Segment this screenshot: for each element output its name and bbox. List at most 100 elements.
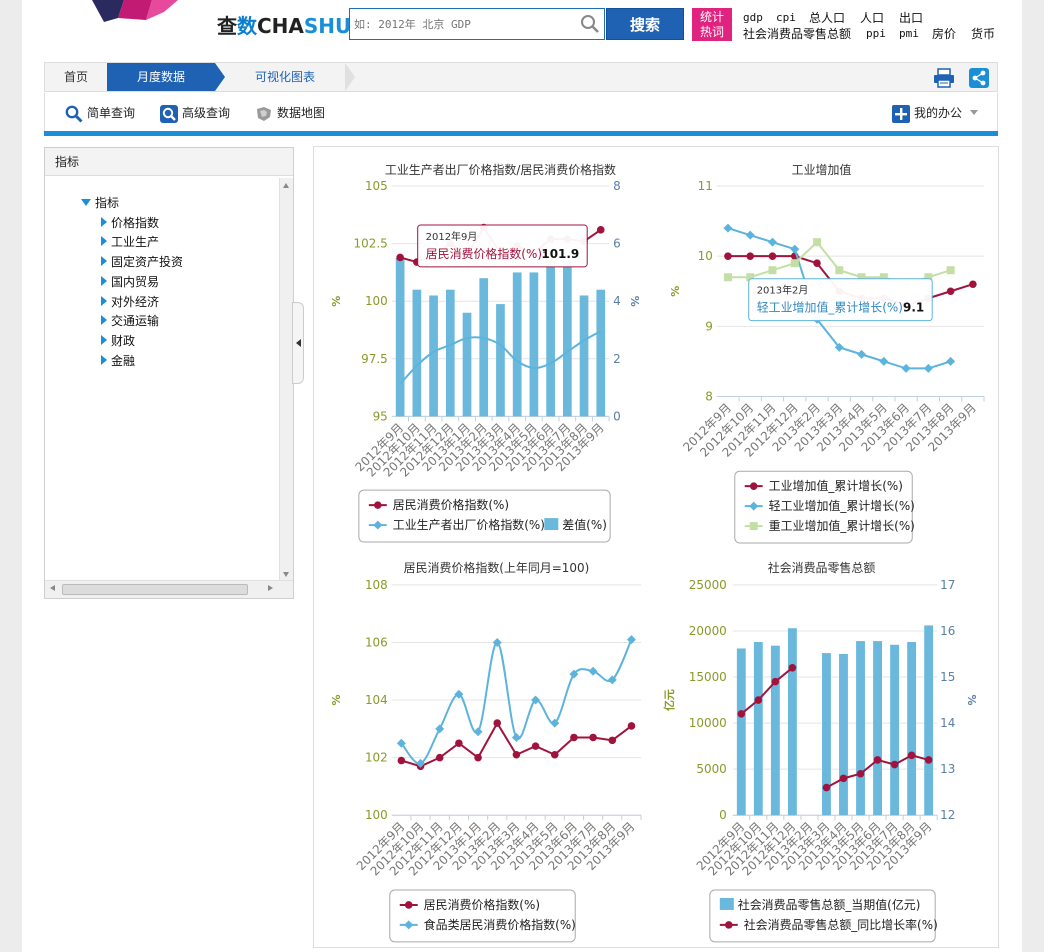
- legend-label: 社会消费品零售总额_当期值(亿元): [738, 897, 921, 912]
- hotword-population[interactable]: 人口: [860, 9, 884, 26]
- y-tick-label: 10000: [689, 716, 727, 730]
- bar: [839, 653, 848, 816]
- y2-tick-label: 14: [940, 716, 955, 730]
- bar: [395, 258, 405, 417]
- tree-item-domestic-trade[interactable]: 国内贸易: [101, 274, 159, 290]
- tree-item-industrial-production[interactable]: 工业生产: [101, 234, 159, 250]
- hotword-pmi[interactable]: pmi: [899, 27, 919, 40]
- advanced-search-icon: [160, 104, 178, 123]
- data-point: [474, 753, 482, 762]
- y2-tick-label: 6: [613, 237, 621, 251]
- data-point: [627, 722, 636, 730]
- y-axis-label: %: [669, 286, 682, 297]
- tree-item-transportation[interactable]: 交通运输: [101, 313, 159, 329]
- y-tick-label: 102: [365, 751, 388, 765]
- data-point: [813, 238, 822, 247]
- series-line: [727, 240, 951, 286]
- y2-tick-label: 2: [613, 352, 621, 366]
- hotword-cpi[interactable]: cpi: [776, 11, 796, 24]
- data-point: [768, 266, 777, 275]
- data-point: [397, 756, 406, 765]
- hotword-retail-sales[interactable]: 社会消费品零售总额: [743, 25, 851, 42]
- caret-right-icon: [101, 276, 107, 286]
- chart-title: 工业生产者出厂价格指数/居民消费价格指数: [385, 162, 616, 177]
- breadcrumb-arrow-end: [345, 63, 355, 91]
- print-icon[interactable]: [933, 68, 955, 88]
- hot-words-badge: 统计 热词: [692, 8, 732, 41]
- panel-collapse-handle[interactable]: [292, 302, 304, 384]
- logo-icon[interactable]: [82, 0, 182, 24]
- hotword-house-price[interactable]: 房价: [932, 25, 956, 42]
- y-axis-label: 亿元: [662, 689, 676, 711]
- tree-item-label: 交通运输: [111, 314, 160, 328]
- hotword-ppi[interactable]: ppi: [866, 27, 886, 40]
- bar: [890, 644, 900, 816]
- data-point: [588, 666, 598, 676]
- chart-title: 居民消费价格指数(上年同月=100): [404, 560, 590, 575]
- data-point: [473, 727, 483, 737]
- tree-item-finance-banking[interactable]: 金融: [101, 353, 135, 369]
- data-point: [455, 739, 463, 748]
- tooltip-light-industry: 2013年2月轻工业增加值_累计增长(%): 9.1: [748, 278, 933, 322]
- advanced-query-button[interactable]: 高级查询: [160, 103, 230, 123]
- chart-panel: 工业生产者出厂价格指数/居民消费价格指数9597.5100102.5105024…: [313, 146, 999, 948]
- caret-right-icon: [101, 355, 107, 365]
- bar: [496, 304, 505, 417]
- scroll-down-icon[interactable]: [283, 572, 289, 577]
- tree-vertical-scrollbar[interactable]: [279, 178, 293, 582]
- y2-tick-label: 12: [940, 808, 955, 822]
- y-tick-label: 100: [365, 808, 388, 822]
- tree-item-price-index[interactable]: 价格指数: [101, 215, 159, 231]
- bar: [596, 289, 606, 417]
- hotword-export[interactable]: 出口: [899, 9, 923, 26]
- data-point: [856, 769, 865, 778]
- bar: [546, 260, 555, 417]
- tooltip-label: 轻工业增加值_累计增长(%):: [757, 300, 907, 315]
- tooltip-value: 9.1: [903, 301, 924, 315]
- scroll-left-icon[interactable]: [50, 585, 55, 591]
- tree-root[interactable]: 指标: [81, 195, 119, 211]
- breadcrumb-monthly-data[interactable]: 月度数据: [107, 63, 215, 91]
- hot-badge-line2: 热词: [699, 25, 724, 39]
- tree-item-finance-fiscal[interactable]: 财政: [101, 333, 135, 349]
- bar: [753, 642, 763, 816]
- simple-query-button[interactable]: 简单查询: [65, 103, 135, 123]
- legend-marker: [749, 522, 758, 531]
- search-button[interactable]: 搜索: [606, 8, 684, 40]
- tree-item-label: 固定资产投资: [111, 255, 184, 269]
- chart-1: 工业生产者出厂价格指数/居民消费价格指数 95 97.5 100 102.5 105 0 2 4…: [330, 162, 641, 543]
- y-tick-label: 25000: [689, 578, 727, 592]
- search-icon[interactable]: [580, 14, 600, 34]
- bar: [445, 289, 455, 417]
- scroll-up-icon[interactable]: [283, 183, 289, 188]
- map-icon: [257, 106, 271, 121]
- brand-logo[interactable]: 查数CHASHU: [217, 10, 351, 39]
- data-map-button[interactable]: 数据地图: [255, 103, 325, 123]
- tree-item-label: 对外经济: [111, 295, 160, 309]
- plus-icon: [892, 104, 910, 123]
- y2-tick-label: 16: [940, 624, 955, 638]
- legend-marker: [724, 921, 733, 929]
- scroll-thumb[interactable]: [62, 584, 248, 595]
- y-tick-label: 5000: [696, 762, 726, 776]
- hotword-total-population[interactable]: 总人口: [809, 9, 845, 26]
- data-point: [771, 677, 780, 686]
- scroll-right-icon[interactable]: [268, 585, 273, 591]
- y-tick-label: 9: [705, 319, 713, 333]
- data-point: [907, 751, 916, 760]
- bar: [512, 272, 522, 417]
- tree-item-foreign-economy[interactable]: 对外经济: [101, 294, 159, 310]
- tree-horizontal-scrollbar[interactable]: [45, 580, 293, 598]
- legend-label: 居民消费价格指数(%): [424, 897, 540, 912]
- share-icon[interactable]: [969, 68, 989, 88]
- search-input[interactable]: [354, 9, 574, 39]
- hotword-currency[interactable]: 货币: [971, 25, 995, 42]
- hotword-gdp[interactable]: gdp: [743, 11, 763, 24]
- y-tick-label: 15000: [689, 670, 727, 684]
- my-office-button[interactable]: 我的办公: [892, 103, 978, 123]
- breadcrumb-home[interactable]: 首页: [45, 63, 107, 91]
- data-point: [969, 280, 977, 289]
- tree-item-fixed-asset-investment[interactable]: 固定资产投资: [101, 254, 183, 270]
- data-point: [589, 733, 597, 742]
- breadcrumb-visual-charts[interactable]: 可视化图表: [225, 63, 345, 91]
